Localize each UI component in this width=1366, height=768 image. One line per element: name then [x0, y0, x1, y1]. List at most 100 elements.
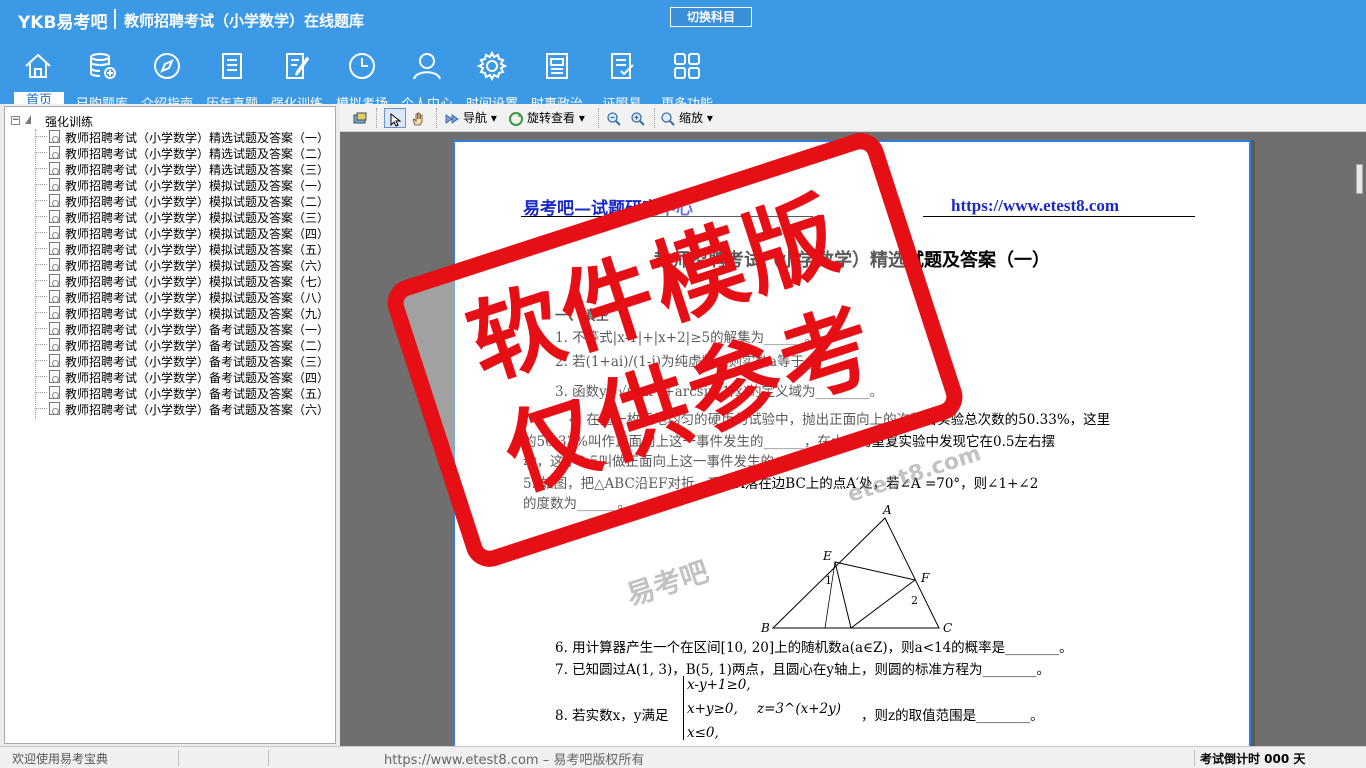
toolbar-mock-exam[interactable]: 模拟考场	[330, 46, 394, 112]
tree-connector	[35, 280, 47, 281]
tree-item[interactable]: 教师招聘考试（小学数学）备考试题及答案（一）	[35, 321, 335, 337]
document-icon	[49, 178, 60, 191]
toolbar-training[interactable]: 强化训练	[265, 46, 329, 112]
navigation-menu[interactable]: 导航 ▾	[444, 108, 497, 128]
figure-label: B	[760, 621, 770, 632]
document-icon	[49, 354, 60, 367]
tree-item-label: 教师招聘考试（小学数学）模拟试题及答案（一）	[65, 179, 330, 193]
doc-line: ，则z的取值范围是________。	[861, 708, 1044, 724]
scrollbar-thumb[interactable]	[1356, 164, 1363, 194]
title-bar: YKB易考吧 教师招聘考试（小学数学）在线题库 切换科目	[0, 0, 1366, 38]
title-separator	[114, 9, 116, 29]
watermark-brand: 易考吧	[622, 554, 713, 613]
certificate-icon	[611, 53, 634, 79]
tree-item[interactable]: 教师招聘考试（小学数学）备考试题及答案（二）	[35, 337, 335, 353]
tree-connector	[35, 248, 47, 249]
tree-item[interactable]: 教师招聘考试（小学数学）精选试题及答案（一）	[35, 129, 335, 145]
page-shadow	[1251, 140, 1255, 746]
tree-item[interactable]: 教师招聘考试（小学数学）模拟试题及答案（九）	[35, 305, 335, 321]
compass-icon	[154, 53, 180, 79]
tree-item[interactable]: 教师招聘考试（小学数学）精选试题及答案（二）	[35, 145, 335, 161]
doc-header-right: https://www.etest8.com	[951, 196, 1120, 215]
document-icon	[49, 338, 60, 351]
document-icon	[49, 306, 60, 319]
tree-item[interactable]: 教师招聘考试（小学数学）备考试题及答案（四）	[35, 369, 335, 385]
list-doc-icon	[222, 53, 242, 79]
switch-subject-button[interactable]: 切换科目	[670, 7, 752, 27]
toolbar-past-exams[interactable]: 历年真题	[200, 46, 264, 112]
tree-item[interactable]: 教师招聘考试（小学数学）模拟试题及答案（一）	[35, 177, 335, 193]
toolbar-home[interactable]: 首页	[6, 46, 70, 110]
tree-item-label: 教师招聘考试（小学数学）模拟试题及答案（七）	[65, 275, 330, 289]
document-icon	[49, 210, 60, 223]
document-icon	[49, 226, 60, 239]
tree-connector	[35, 152, 47, 153]
z-expression: z=3^(x+2y)	[757, 701, 841, 717]
document-icon	[49, 290, 60, 303]
app-title: 教师招聘考试（小学数学）在线题库	[124, 12, 365, 30]
hand-icon	[412, 112, 423, 125]
tree-item[interactable]: 教师招聘考试（小学数学）模拟试题及答案（四）	[35, 225, 335, 241]
tree-item-label: 教师招聘考试（小学数学）模拟试题及答案（六）	[65, 259, 330, 273]
exam-countdown: 考试倒计时 000 天	[1200, 752, 1306, 766]
tree-item[interactable]: 教师招聘考试（小学数学）模拟试题及答案（五）	[35, 241, 335, 257]
status-welcome: 欢迎使用易考宝典	[12, 752, 109, 766]
tree-item[interactable]: 教师招聘考试（小学数学）备考试题及答案（六）	[35, 401, 335, 417]
tree-connector	[35, 296, 47, 297]
zoom-label: 缩放	[679, 111, 704, 125]
tree-item[interactable]: 教师招聘考试（小学数学）模拟试题及答案（八）	[35, 289, 335, 305]
figure-label: A	[882, 503, 892, 517]
figure-label: F	[920, 571, 930, 585]
user-icon	[413, 53, 441, 80]
rotate-menu[interactable]: 旋转查看 ▾	[508, 108, 585, 128]
home-icon	[25, 53, 51, 78]
viewer-toolbar: 导航 ▾ 旋转查看 ▾ 缩放 ▾	[340, 104, 1366, 132]
app-logo: YKB易考吧	[18, 13, 108, 33]
thumbnail-button[interactable]	[352, 108, 371, 128]
tree-item-label: 教师招聘考试（小学数学）模拟试题及答案（九）	[65, 307, 330, 321]
collapse-icon[interactable]: −	[11, 116, 20, 125]
image-icon	[353, 112, 367, 123]
status-separator	[178, 750, 179, 766]
tree-item[interactable]: 教师招聘考试（小学数学）模拟试题及答案（七）	[35, 273, 335, 289]
zoom-in-button[interactable]	[630, 108, 649, 128]
toolbar-more[interactable]: 更多功能	[655, 46, 719, 112]
tree-item[interactable]: 教师招聘考试（小学数学）备考试题及答案（三）	[35, 353, 335, 369]
clock-icon	[349, 53, 375, 79]
tree-item[interactable]: 教师招聘考试（小学数学）备考试题及答案（五）	[35, 385, 335, 401]
zoom-menu[interactable]: 缩放 ▾	[660, 108, 713, 128]
tree-item-label: 教师招聘考试（小学数学）模拟试题及答案（四）	[65, 227, 330, 241]
toolbar-certificate[interactable]: 证照易	[590, 46, 654, 112]
tree-item-label: 教师招聘考试（小学数学）备考试题及答案（三）	[65, 355, 330, 369]
nav-arrow-icon	[445, 113, 459, 124]
document-icon	[49, 402, 60, 415]
tree-item-label: 教师招聘考试（小学数学）模拟试题及答案（二）	[65, 195, 330, 209]
toolbar-profile[interactable]: 个人中心	[395, 46, 459, 112]
tree-item[interactable]: 教师招聘考试（小学数学）模拟试题及答案（二）	[35, 193, 335, 209]
zoom-out-button[interactable]	[606, 108, 625, 128]
rotate-icon	[509, 111, 523, 126]
select-tool-button[interactable]	[384, 108, 406, 128]
toolbar-time-settings[interactable]: 时间设置	[460, 46, 524, 112]
toolbar-guide[interactable]: 介绍指南	[135, 46, 199, 112]
doc-line: 8. 若实数x，y满足	[555, 708, 669, 724]
triangle-figure: A E F B C 1 2	[760, 503, 952, 632]
tree-connector	[35, 376, 47, 377]
tree-connector	[35, 408, 47, 409]
zoom-in-icon	[631, 111, 645, 126]
tree-connector	[35, 344, 47, 345]
tree-item[interactable]: 教师招聘考试（小学数学）模拟试题及答案（三）	[35, 209, 335, 225]
hand-tool-button[interactable]	[410, 108, 429, 128]
status-separator	[268, 750, 269, 766]
tree-item[interactable]: 教师招聘考试（小学数学）精选试题及答案（三）	[35, 161, 335, 177]
toolbar-current-affairs[interactable]: 时事政治	[525, 46, 589, 112]
tree-item-label: 教师招聘考试（小学数学）模拟试题及答案（八）	[65, 291, 330, 305]
toolbar-purchased[interactable]: 已购题库	[70, 46, 134, 112]
edit-doc-icon	[286, 53, 310, 79]
tree-item-label: 教师招聘考试（小学数学）精选试题及答案（一）	[65, 131, 330, 145]
nav-label: 导航	[463, 111, 488, 125]
tree-item[interactable]: 教师招聘考试（小学数学）模拟试题及答案（六）	[35, 257, 335, 273]
vertical-scrollbar[interactable]	[1352, 132, 1366, 746]
system-line: x≤0,	[687, 725, 719, 741]
tree-connector	[35, 136, 47, 137]
